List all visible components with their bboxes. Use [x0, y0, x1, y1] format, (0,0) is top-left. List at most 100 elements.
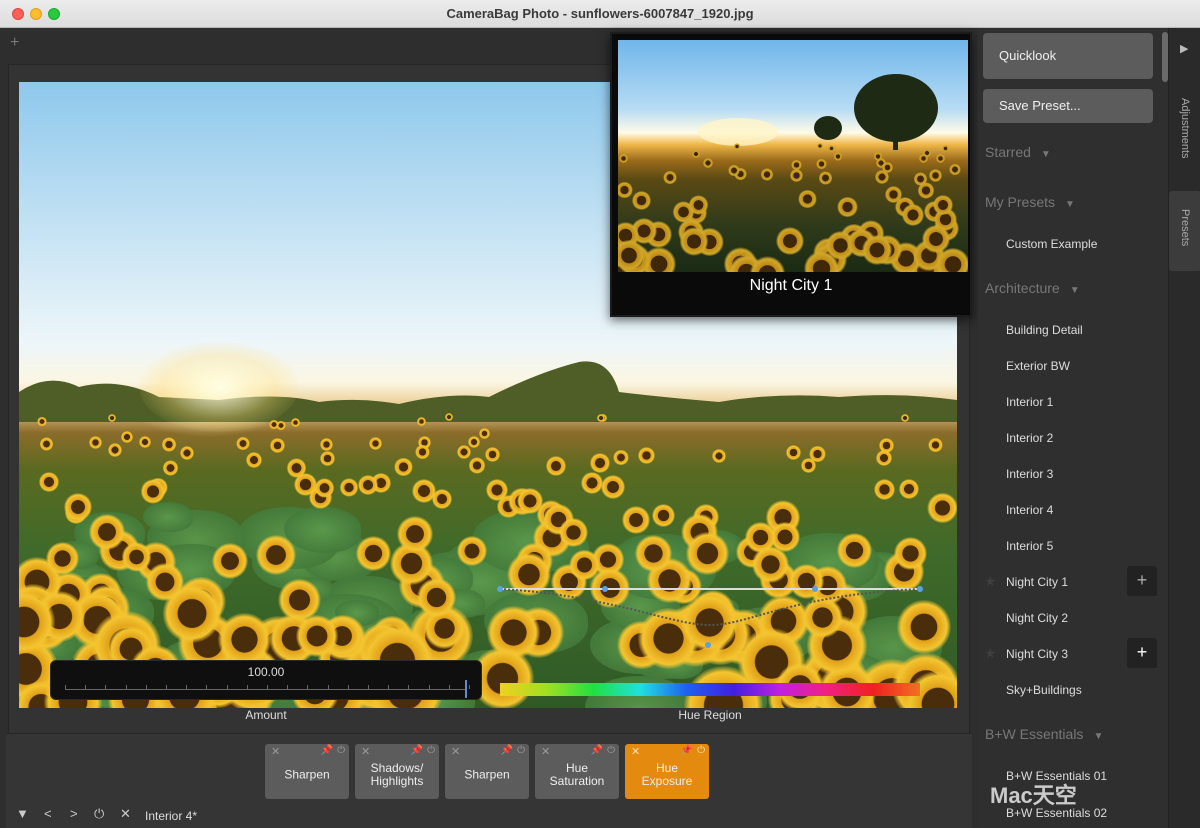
power-icon[interactable]: ⏻ [94, 806, 104, 822]
leaf [284, 506, 362, 553]
sunflower [39, 437, 54, 451]
sunflower [546, 456, 567, 477]
sunflower [589, 453, 610, 474]
star-icon[interactable]: ★ [984, 573, 997, 590]
sunflower [140, 479, 165, 504]
preset-item[interactable]: Interior 1 [1006, 395, 1053, 409]
sunflower [837, 196, 858, 218]
pin-icon[interactable]: 📌 [411, 745, 423, 756]
hue-curve[interactable] [490, 575, 930, 660]
amount-tick [327, 685, 329, 689]
preset-item[interactable]: Interior 4 [1006, 503, 1053, 517]
adjustment-card[interactable]: ✕ 📌 ⏻ Hue Exposure [625, 744, 709, 799]
expand-arrow-icon[interactable]: ▶ [1180, 42, 1188, 55]
curve-point[interactable] [497, 586, 503, 592]
adjustment-card-label: Sharpen [464, 767, 510, 781]
sunflower [581, 471, 604, 494]
amount-tick [307, 685, 309, 689]
next-icon[interactable]: > [70, 806, 78, 821]
sunflower [286, 458, 307, 478]
power-icon[interactable]: ⏻ [517, 745, 525, 756]
power-icon[interactable]: ⏻ [697, 745, 705, 756]
quicklook-button[interactable]: Quicklook [983, 33, 1153, 79]
power-icon[interactable]: ⏻ [337, 745, 345, 756]
preset-item[interactable]: Sky+Buildings [1006, 683, 1082, 697]
remove-icon[interactable]: ✕ [271, 745, 280, 758]
sunflower [878, 438, 894, 454]
sunflower [917, 182, 935, 199]
prev-icon[interactable]: < [44, 806, 52, 821]
preset-item[interactable]: Interior 5 [1006, 539, 1053, 553]
preset-item[interactable]: Night City 2 [1006, 611, 1068, 625]
sunflower [733, 143, 741, 150]
sunflower [146, 563, 185, 602]
sunflower [833, 152, 843, 161]
sunflower [358, 475, 378, 495]
sunflower [881, 161, 894, 173]
preset-item[interactable]: Custom Example [1006, 237, 1097, 251]
preset-item[interactable]: Night City 3 [1006, 647, 1068, 661]
sunflower [121, 542, 151, 572]
amount-tick [287, 685, 289, 689]
sunflower [786, 445, 802, 461]
preset-item[interactable]: Building Detail [1006, 323, 1083, 337]
sunflower [211, 542, 248, 580]
sunflower [596, 413, 605, 422]
sunflower [38, 471, 60, 492]
save-preset-button[interactable]: Save Preset... [983, 89, 1153, 123]
sunflower [635, 535, 673, 572]
amount-slider[interactable]: 100.00 [50, 660, 482, 700]
curve-point[interactable] [917, 586, 923, 592]
power-icon[interactable]: ⏻ [607, 745, 615, 756]
section-architecture[interactable]: Architecture ▼ [985, 280, 1080, 296]
hue-region-bar[interactable] [500, 683, 920, 696]
sunflower [120, 430, 133, 443]
sunflower [320, 451, 336, 467]
sunflower [456, 536, 487, 567]
sunflower [246, 452, 263, 469]
tab-adjustments[interactable]: Adjustments [1169, 98, 1200, 188]
amount-thumb[interactable] [465, 680, 467, 698]
sunflower [415, 444, 430, 459]
adjustment-card[interactable]: ✕ 📌 ⏻ Sharpen [445, 744, 529, 799]
hue-region-label: Hue Region [678, 708, 742, 722]
section-my-presets[interactable]: My Presets ▼ [985, 194, 1075, 210]
sunflower [789, 168, 803, 182]
sunflower [637, 447, 656, 465]
pin-icon[interactable]: 📌 [501, 745, 513, 756]
sunflower [873, 478, 895, 500]
curve-point[interactable] [812, 586, 818, 592]
remove-icon[interactable]: ✕ [451, 745, 460, 758]
pin-icon[interactable]: 📌 [321, 745, 333, 756]
star-icon[interactable]: ★ [984, 645, 997, 662]
section-bw-essentials[interactable]: B+W Essentials ▼ [985, 726, 1103, 742]
sunflower [479, 428, 491, 439]
current-preset-name: Interior 4* [145, 809, 198, 823]
add-preset-button[interactable]: + [1127, 638, 1157, 668]
adjustment-card[interactable]: ✕ 📌 ⏻ Shadows/Highlights [355, 744, 439, 799]
curve-point[interactable] [705, 642, 711, 648]
preset-item[interactable]: Interior 3 [1006, 467, 1053, 481]
collapse-icon[interactable]: ▼ [16, 806, 29, 821]
power-icon[interactable]: ⏻ [427, 745, 435, 756]
new-tab-button[interactable]: + [10, 34, 19, 52]
adjustment-card[interactable]: ✕ 📌 ⏻ Hue Saturation [535, 744, 619, 799]
close-icon[interactable]: ✕ [120, 806, 131, 822]
amount-track [65, 689, 467, 690]
preset-item[interactable]: Night City 1 [1006, 575, 1068, 589]
preset-item[interactable]: Interior 2 [1006, 431, 1053, 445]
sunflower [651, 503, 676, 528]
sunflower [64, 492, 92, 521]
pin-icon[interactable]: 📌 [681, 745, 693, 756]
sunflower [800, 457, 816, 473]
preset-item[interactable]: Exterior BW [1006, 359, 1070, 373]
sunflower [138, 435, 151, 449]
section-starred[interactable]: Starred ▼ [985, 144, 1051, 160]
pin-icon[interactable]: 📌 [591, 745, 603, 756]
adjustment-card[interactable]: ✕ 📌 ⏻ Sharpen [265, 744, 349, 799]
curve-point[interactable] [602, 586, 608, 592]
add-preset-button[interactable]: + [1127, 566, 1157, 596]
amount-tick [85, 685, 87, 689]
tab-presets[interactable]: Presets [1169, 191, 1200, 271]
sunflower [37, 416, 47, 426]
